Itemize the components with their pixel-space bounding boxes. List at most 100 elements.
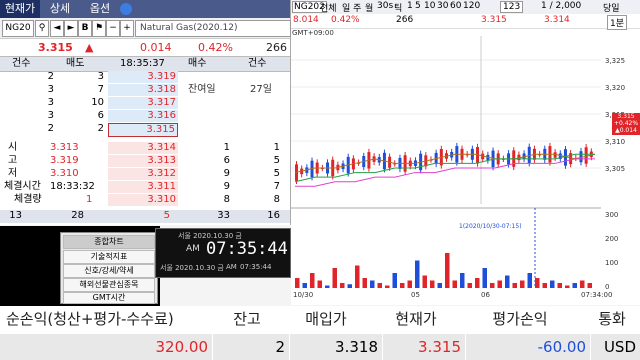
bid-price[interactable]: 3.312	[108, 168, 178, 180]
ask-qty: 2	[97, 123, 104, 134]
bid-price[interactable]: 3.311	[108, 181, 178, 193]
volume-bar	[310, 273, 315, 288]
menu-title[interactable]: 종합차트	[63, 235, 155, 249]
tf-tick[interactable]: 틱	[394, 1, 402, 14]
tab-detail[interactable]: 상세	[40, 0, 80, 18]
ask-price[interactable]: 3.317	[108, 97, 178, 109]
ask-row[interactable]: 2 3 3.319	[0, 71, 290, 83]
bid-row[interactable]: 고 3.319 3.313 6 5	[0, 155, 290, 167]
ask-price[interactable]: 3.316	[108, 110, 178, 122]
bid-row[interactable]: 체결시간 18:33:32 3.311 9 7	[0, 181, 290, 193]
ask-row[interactable]: 3 7 3.318 잔여일 27일	[0, 84, 290, 96]
remaining-days-value: 27일	[250, 84, 272, 95]
bold-b-icon[interactable]: B	[78, 20, 92, 37]
mini-price-5: 3.314	[544, 15, 570, 25]
bid-qty: 1	[223, 142, 230, 153]
bid-count: 1	[273, 142, 280, 153]
plus-icon[interactable]: +	[120, 20, 134, 37]
tf-1[interactable]: 1	[407, 1, 413, 11]
stat-value: 3.310	[50, 168, 79, 179]
minus-icon[interactable]: −	[106, 20, 120, 37]
clock-widget: 서울 2020.10.30 금 AM 07:35:44 서울 2020.10.3…	[155, 228, 291, 278]
volume-y-tick-label: 100	[605, 259, 618, 267]
tf-all[interactable]: 전체	[320, 1, 337, 14]
ask-row[interactable]: 3 10 3.317	[0, 97, 290, 109]
x-tick-label: 10/30	[293, 291, 313, 299]
bid-qty: 9	[223, 168, 230, 179]
stat-value: 3.313	[50, 142, 79, 153]
tf-day[interactable]: 일	[342, 1, 350, 14]
header-net-pnl: 순손익(청산+평가-수수료)	[0, 306, 218, 333]
bid-price[interactable]: 3.313	[108, 155, 178, 167]
current-price: 3.315	[38, 41, 73, 54]
header-bid-count: 건수	[248, 58, 267, 69]
menu-item-watchlist[interactable]: 해외선물관심종목	[63, 278, 155, 292]
tf-120[interactable]: 120	[463, 1, 480, 11]
ask-count: 2	[47, 71, 54, 82]
volume-y-tick-label: 200	[605, 235, 618, 243]
tf-30[interactable]: 30	[437, 1, 448, 11]
tab-options[interactable]: 옵션	[80, 0, 120, 18]
chart-toolbar: NG202 전체 일 주 월 30s 틱 1 5 10 30 60 120 12…	[291, 0, 640, 15]
tab-bar: 현재가 상세 옵션	[0, 0, 290, 18]
volume-bar	[565, 285, 570, 288]
volume-bar	[325, 285, 330, 288]
tf-60[interactable]: 60	[450, 1, 461, 11]
header-current-price: 현재가	[376, 306, 456, 333]
volume-bar	[482, 268, 487, 288]
day-checkbox-label[interactable]: 당일	[603, 1, 620, 14]
menu-item-signal[interactable]: 신호/강세/약세	[63, 264, 155, 278]
clock-date-2: 서울 2020.10.30 금	[160, 264, 224, 272]
bid-row[interactable]: 시 3.313 3.314 1 1	[0, 142, 290, 154]
total-bid-count: 16	[267, 210, 280, 221]
y-tick-label: 3,310	[605, 138, 625, 146]
total-bid-qty: 33	[217, 210, 230, 221]
volume-bar	[347, 284, 352, 288]
tf-week[interactable]: 주	[353, 1, 361, 14]
bid-row[interactable]: 저 3.310 3.312 9 5	[0, 168, 290, 180]
tf-5[interactable]: 5	[415, 1, 421, 11]
ask-price-current[interactable]: 3.315	[108, 123, 178, 137]
header-avg-price: 매입가	[280, 306, 372, 333]
next-arrow-icon[interactable]: ►	[64, 20, 78, 37]
volume-bar	[520, 280, 525, 288]
volume-bar	[415, 260, 420, 288]
tf-10[interactable]: 10	[424, 1, 435, 11]
ask-price[interactable]: 3.319	[108, 71, 178, 83]
search-icon[interactable]: ⚲	[35, 20, 49, 37]
ask-row[interactable]: 2 2 3.315	[0, 123, 290, 137]
total-diff: 5	[163, 210, 170, 221]
stat-label: 체결시간	[4, 181, 41, 192]
bar-count-input[interactable]: 123	[500, 1, 524, 13]
stat-value: 3.319	[50, 155, 79, 166]
menu-item-technical[interactable]: 기술적지표	[63, 250, 155, 264]
tf-month[interactable]: 월	[365, 1, 373, 14]
stat-label: 저	[8, 168, 18, 179]
last-price-chip: 3.315 +0.42% ▲0.014	[612, 113, 640, 135]
volume-bar	[400, 283, 405, 288]
chip-price: 3.315	[617, 113, 635, 120]
clock-time-2: 07:35:44	[240, 263, 272, 271]
refresh-icon[interactable]	[120, 3, 132, 15]
menu-item-gmt[interactable]: GMT시간	[63, 292, 155, 304]
ask-count: 3	[47, 84, 54, 95]
header-balance: 잔고	[218, 306, 276, 333]
symbol-code-input[interactable]: NG20	[2, 20, 34, 37]
stat-label: 고	[8, 155, 18, 166]
tab-current-price[interactable]: 현재가	[0, 0, 40, 18]
volume-bar	[377, 283, 382, 288]
bookmark-icon[interactable]: ⚑	[92, 20, 106, 37]
bid-row[interactable]: 체결량 1 3.310 8 8	[0, 194, 290, 206]
price-change: 0.014	[140, 41, 172, 54]
ask-row[interactable]: 3 6 3.316	[0, 110, 290, 122]
chip-change: ▲0.014	[615, 127, 637, 134]
bid-price[interactable]: 3.310	[108, 194, 178, 206]
volume-bar	[370, 280, 375, 288]
tf-30s[interactable]: 30s	[377, 1, 393, 11]
ask-count: 3	[47, 110, 54, 121]
prev-arrow-icon[interactable]: ◄	[50, 20, 64, 37]
ask-price[interactable]: 3.318	[108, 84, 178, 96]
bid-price[interactable]: 3.314	[108, 142, 178, 154]
volume-bar	[512, 283, 517, 288]
interval-select[interactable]: 1분	[607, 15, 628, 30]
